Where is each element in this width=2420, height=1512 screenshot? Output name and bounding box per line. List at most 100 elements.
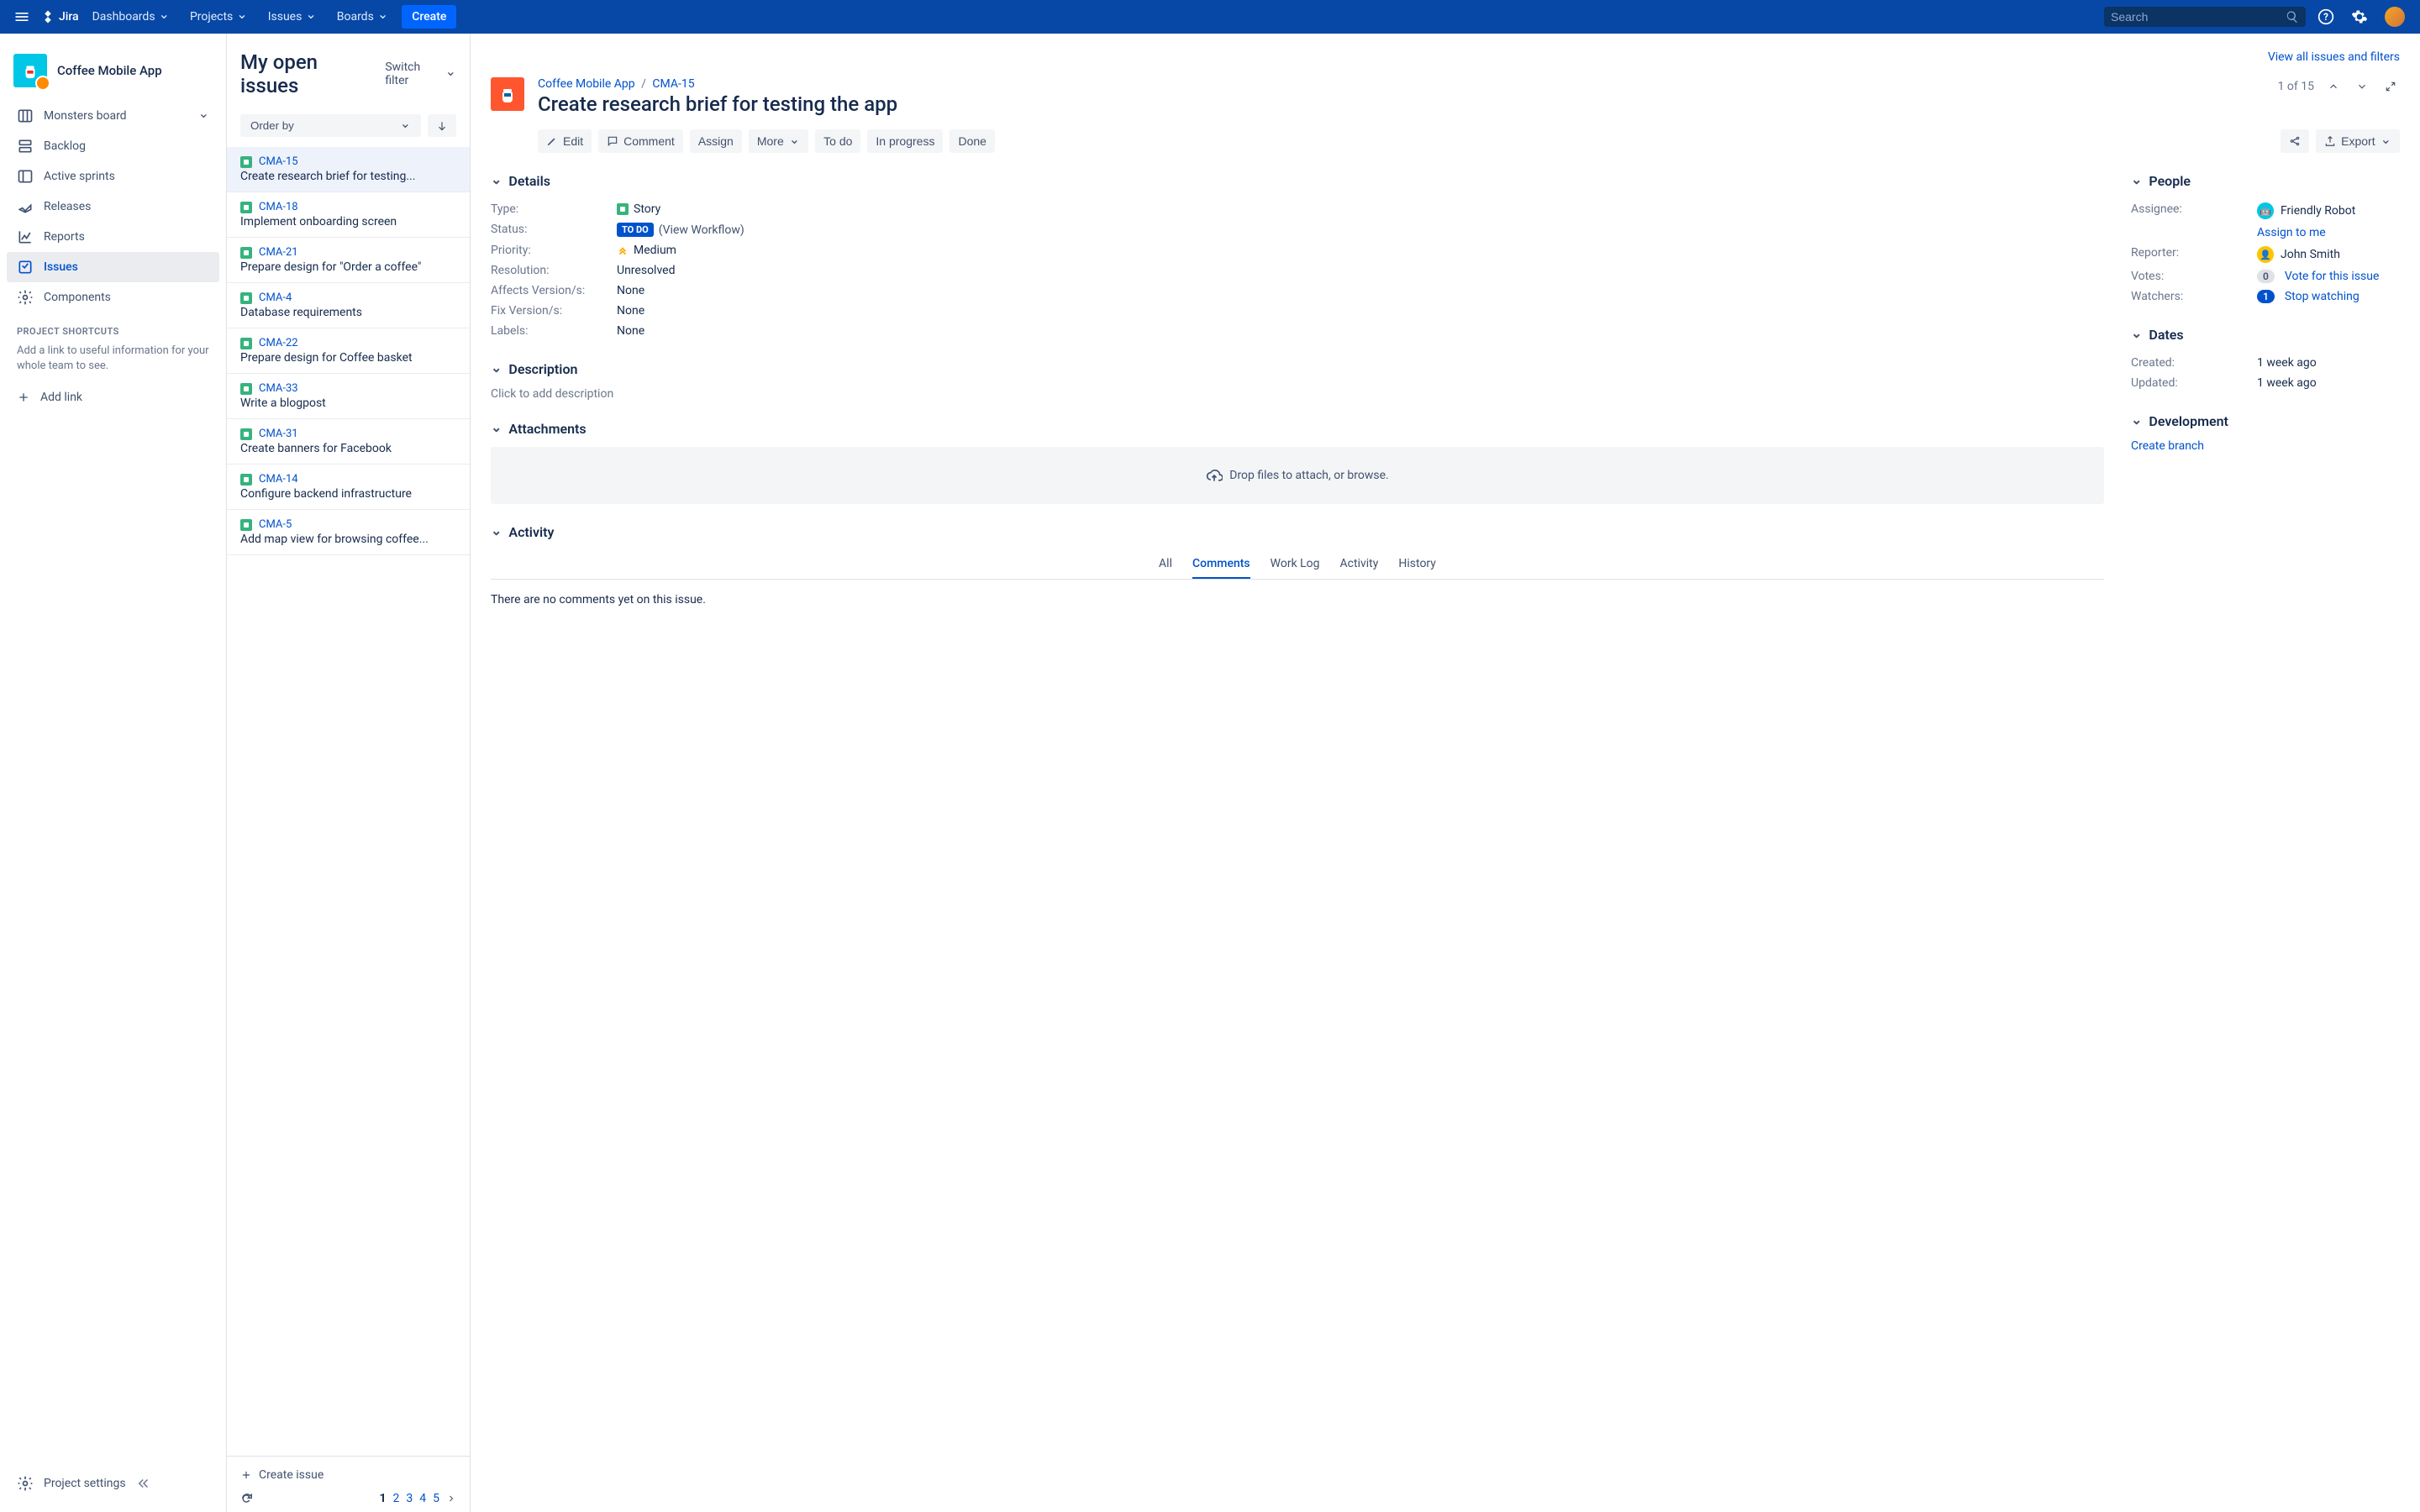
share-icon	[2289, 135, 2301, 147]
details-section-header[interactable]: Details	[491, 173, 2104, 189]
sidebar-board-menu[interactable]: Monsters board	[7, 101, 219, 131]
sidebar-backlog[interactable]: Backlog	[7, 131, 219, 161]
refresh-icon[interactable]	[240, 1492, 254, 1505]
activity-tab[interactable]: Work Log	[1270, 550, 1320, 579]
search-box[interactable]	[2104, 7, 2306, 27]
components-icon	[17, 289, 34, 306]
create-button[interactable]: Create	[402, 5, 456, 29]
page-number[interactable]: 3	[406, 1492, 413, 1505]
sidebar-releases[interactable]: Releases	[7, 192, 219, 222]
chevron-down-icon	[2131, 173, 2142, 189]
create-issue-button[interactable]: Create issue	[240, 1463, 456, 1487]
dates-section-header[interactable]: Dates	[2131, 327, 2400, 343]
assign-button[interactable]: Assign	[690, 129, 742, 153]
issue-list-item[interactable]: CMA-21Prepare design for "Order a coffee…	[227, 238, 470, 283]
issue-list-item[interactable]: CMA-14Configure backend infrastructure	[227, 465, 470, 510]
reports-icon	[17, 228, 34, 245]
edit-button[interactable]: Edit	[538, 129, 592, 153]
sidebar-components[interactable]: Components	[7, 282, 219, 312]
development-section-header[interactable]: Development	[2131, 413, 2400, 429]
gear-icon	[17, 1475, 34, 1492]
page-indicator: 1 of 15	[2278, 80, 2314, 93]
labels-label: Labels:	[491, 324, 617, 338]
filter-title: My open issues	[240, 50, 371, 97]
sidebar-project-settings[interactable]: Project settings	[7, 1468, 219, 1499]
export-button[interactable]: Export	[2316, 129, 2400, 153]
view-all-link[interactable]: View all issues and filters	[2268, 50, 2400, 64]
nav-dashboards[interactable]: Dashboards	[86, 5, 176, 29]
nav-issues[interactable]: Issues	[261, 5, 324, 29]
project-header[interactable]: Coffee Mobile App	[7, 47, 219, 101]
issue-list-item[interactable]: CMA-18Implement onboarding screen	[227, 192, 470, 238]
page-number[interactable]: 1	[379, 1492, 386, 1505]
top-navigation: Jira Dashboards Projects Issues Boards C…	[0, 0, 2420, 34]
no-comments-text: There are no comments yet on this issue.	[491, 593, 2104, 606]
issue-list-item[interactable]: CMA-33Write a blogpost	[227, 374, 470, 419]
activity-tab[interactable]: All	[1159, 550, 1172, 579]
watch-link[interactable]: Stop watching	[2285, 290, 2360, 303]
page-number[interactable]: 4	[419, 1492, 426, 1505]
view-workflow-link[interactable]: (View Workflow)	[659, 223, 744, 237]
issue-list-item[interactable]: CMA-15Create research brief for testing.…	[227, 147, 470, 192]
priority-value: Medium	[634, 244, 676, 257]
issue-list-item[interactable]: CMA-4Database requirements	[227, 283, 470, 328]
more-button[interactable]: More	[749, 129, 808, 153]
breadcrumb-project-link[interactable]: Coffee Mobile App	[538, 77, 635, 91]
expand-icon[interactable]	[2381, 77, 2400, 96]
jira-logo[interactable]: Jira	[40, 9, 79, 24]
issue-list-item[interactable]: CMA-22Prepare design for Coffee basket	[227, 328, 470, 374]
issue-list-item[interactable]: CMA-31Create banners for Facebook	[227, 419, 470, 465]
attachment-dropzone[interactable]: Drop files to attach, or browse.	[491, 447, 2104, 504]
issue-list-item[interactable]: CMA-5Add map view for browsing coffee...	[227, 510, 470, 555]
attachments-section-header[interactable]: Attachments	[491, 421, 2104, 437]
created-value: 1 week ago	[2257, 356, 2400, 370]
collapse-sidebar-icon[interactable]	[136, 1476, 151, 1491]
share-button[interactable]	[2281, 129, 2309, 153]
export-icon	[2324, 135, 2336, 147]
sidebar-reports[interactable]: Reports	[7, 222, 219, 252]
updated-label: Updated:	[2131, 376, 2257, 390]
activity-tab[interactable]: Activity	[1340, 550, 1379, 579]
issue-summary: Configure backend infrastructure	[240, 487, 456, 501]
chevron-down-icon	[236, 10, 247, 24]
backlog-icon	[17, 138, 34, 155]
next-page-icon[interactable]	[446, 1494, 456, 1504]
sidebar-issues[interactable]: Issues	[7, 252, 219, 282]
activity-tab[interactable]: History	[1398, 550, 1436, 579]
assign-to-me-link[interactable]: Assign to me	[2257, 226, 2326, 239]
activity-tab[interactable]: Comments	[1192, 550, 1250, 579]
people-section-header[interactable]: People	[2131, 173, 2400, 189]
nav-boards[interactable]: Boards	[330, 5, 395, 29]
order-by-button[interactable]: Order by	[240, 114, 421, 137]
status-todo-button[interactable]: To do	[815, 129, 860, 153]
status-inprogress-button[interactable]: In progress	[867, 129, 943, 153]
switch-filter-button[interactable]: Switch filter	[385, 60, 456, 87]
next-issue-button[interactable]	[2353, 77, 2371, 96]
page-number[interactable]: 5	[433, 1492, 439, 1505]
story-type-icon	[240, 428, 252, 440]
breadcrumb: Coffee Mobile App / CMA-15	[538, 77, 2265, 91]
activity-section-header[interactable]: Activity	[491, 524, 2104, 540]
status-done-button[interactable]: Done	[950, 129, 994, 153]
page-number[interactable]: 2	[393, 1492, 400, 1505]
prev-issue-button[interactable]	[2324, 77, 2343, 96]
nav-projects[interactable]: Projects	[183, 5, 255, 29]
app-switcher-icon[interactable]	[10, 5, 34, 29]
description-section-header[interactable]: Description	[491, 361, 2104, 377]
sidebar-add-link[interactable]: Add link	[7, 384, 219, 411]
sort-direction-button[interactable]	[428, 114, 456, 137]
user-avatar[interactable]	[2380, 2, 2410, 32]
plus-icon	[240, 1469, 252, 1481]
comment-button[interactable]: Comment	[598, 129, 683, 153]
settings-icon[interactable]	[2346, 3, 2373, 30]
votes-label: Votes:	[2131, 270, 2257, 283]
help-icon[interactable]: ?	[2312, 3, 2339, 30]
issue-detail-column: View all issues and filters Coffee Mobil…	[471, 34, 2420, 1512]
breadcrumb-issue-link[interactable]: CMA-15	[652, 77, 694, 91]
description-placeholder[interactable]: Click to add description	[491, 387, 2104, 401]
sidebar-active-sprints[interactable]: Active sprints	[7, 161, 219, 192]
vote-link[interactable]: Vote for this issue	[2285, 270, 2380, 283]
create-branch-link[interactable]: Create branch	[2131, 439, 2400, 453]
issue-key: CMA-4	[259, 291, 292, 304]
search-input[interactable]	[2111, 10, 2286, 24]
